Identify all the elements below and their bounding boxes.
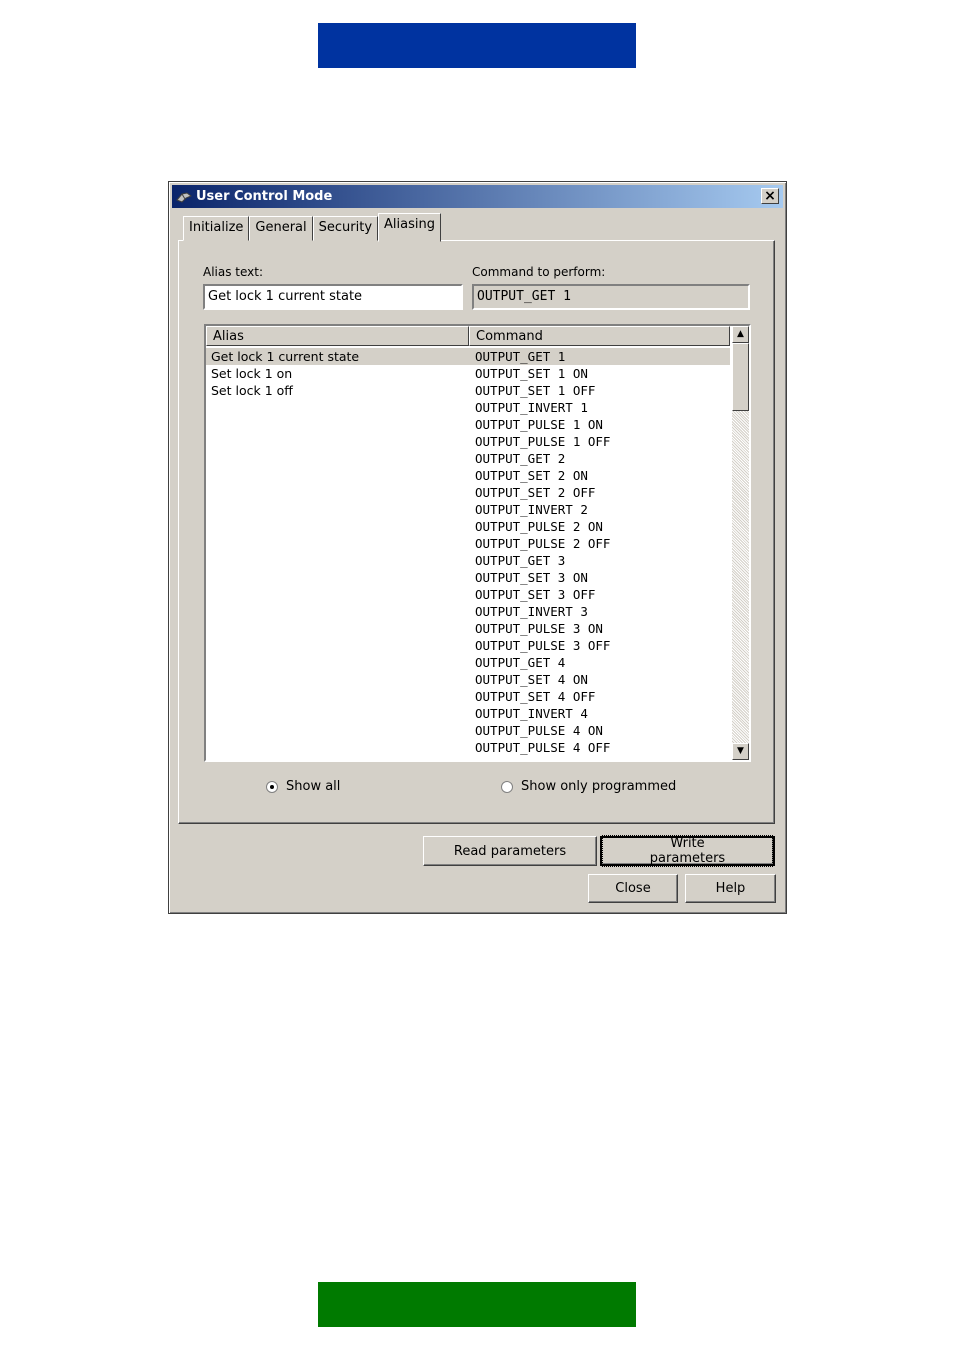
table-row[interactable]: OUTPUT_PULSE 1 ON: [206, 416, 730, 433]
table-row[interactable]: OUTPUT_SET 5: [206, 756, 730, 760]
command-cell: OUTPUT_INVERT 4: [475, 706, 588, 721]
tab-aliasing[interactable]: Aliasing: [378, 213, 441, 242]
command-cell: OUTPUT_PULSE 3 OFF: [475, 638, 611, 653]
read-parameters-label: Read parameters: [453, 843, 567, 859]
command-cell: OUTPUT_INVERT 3: [475, 604, 588, 619]
table-row[interactable]: OUTPUT_SET 3 ON: [206, 569, 730, 586]
command-cell: OUTPUT_INVERT 1: [475, 400, 588, 415]
table-row[interactable]: OUTPUT_SET 2 OFF: [206, 484, 730, 501]
command-cell: OUTPUT_GET 4: [475, 655, 566, 670]
radio-show-all-label: Show all: [286, 779, 341, 794]
table-row[interactable]: OUTPUT_INVERT 4: [206, 705, 730, 722]
app-icon: [176, 191, 192, 203]
table-row[interactable]: OUTPUT_INVERT 3: [206, 603, 730, 620]
tab-strip: Initialize General Security Aliasing: [183, 213, 441, 242]
table-row[interactable]: OUTPUT_PULSE 2 ON: [206, 518, 730, 535]
list-body: Get lock 1 current state OUTPUT_GET 1 Set …: [206, 348, 730, 760]
table-row[interactable]: Set lock 1 off OUTPUT_SET 1 OFF: [206, 382, 730, 399]
command-cell: OUTPUT_SET 3 ON: [475, 570, 588, 585]
tab-security[interactable]: Security: [312, 216, 379, 241]
window-title: User Control Mode: [196, 189, 333, 204]
tab-general[interactable]: General: [249, 216, 313, 241]
scroll-down-icon[interactable]: ▼: [732, 743, 749, 760]
help-label: Help: [715, 881, 746, 896]
radio-show-only-programmed-label: Show only programmed: [521, 779, 677, 794]
alias-cell: Set lock 1 off: [211, 383, 293, 398]
command-cell: OUTPUT_SET 2 ON: [475, 468, 588, 483]
table-row[interactable]: OUTPUT_PULSE 3 ON: [206, 620, 730, 637]
table-row[interactable]: OUTPUT_PULSE 1 OFF: [206, 433, 730, 450]
write-parameters-label: Write parameters: [602, 835, 773, 867]
command-cell: OUTPUT_PULSE 2 ON: [475, 519, 603, 534]
command-cell: OUTPUT_SET 1 OFF: [475, 383, 596, 398]
command-cell: OUTPUT_PULSE 2 OFF: [475, 536, 611, 551]
table-row[interactable]: OUTPUT_INVERT 2: [206, 501, 730, 518]
table-row[interactable]: OUTPUT_PULSE 4 ON: [206, 722, 730, 739]
radio-show-only-programmed[interactable]: Show only programmed: [501, 779, 676, 794]
radio-checked-icon: [266, 780, 278, 793]
alias-list[interactable]: Alias Command Get lock 1 current state OU…: [204, 324, 751, 762]
radio-show-all[interactable]: Show all: [266, 779, 340, 794]
scroll-up-icon[interactable]: ▲: [732, 326, 749, 343]
command-cell: OUTPUT_INVERT 2: [475, 502, 588, 517]
read-parameters-button[interactable]: Read parameters: [423, 836, 597, 866]
alias-text-label: Alias text:: [203, 265, 264, 279]
write-parameters-button[interactable]: Write parameters: [600, 835, 775, 867]
list-header: Alias Command: [206, 326, 730, 346]
command-cell: OUTPUT_SET 2 OFF: [475, 485, 596, 500]
command-cell: OUTPUT_PULSE 1 OFF: [475, 434, 611, 449]
table-row[interactable]: OUTPUT_INVERT 1: [206, 399, 730, 416]
command-cell: OUTPUT_SET 1 ON: [475, 366, 588, 381]
table-row[interactable]: OUTPUT_GET 4: [206, 654, 730, 671]
table-row[interactable]: OUTPUT_GET 2: [206, 450, 730, 467]
table-row[interactable]: OUTPUT_PULSE 4 OFF: [206, 739, 730, 756]
column-header-command[interactable]: Command: [469, 326, 730, 346]
table-row[interactable]: OUTPUT_GET 3: [206, 552, 730, 569]
command-cell: OUTPUT_PULSE 1 ON: [475, 417, 603, 432]
command-cell: OUTPUT_GET 2: [475, 451, 566, 466]
table-row[interactable]: OUTPUT_SET 3 OFF: [206, 586, 730, 603]
tab-initialize[interactable]: Initialize: [183, 216, 250, 241]
vertical-scrollbar[interactable]: ▲ ▼: [732, 326, 749, 760]
table-row[interactable]: OUTPUT_PULSE 2 OFF: [206, 535, 730, 552]
close-icon[interactable]: ×: [761, 188, 779, 204]
command-cell: OUTPUT_PULSE 3 ON: [475, 621, 603, 636]
command-label: Command to perform:: [472, 265, 606, 279]
command-cell: OUTPUT_PULSE 4 ON: [475, 723, 603, 738]
alias-text-field[interactable]: Get lock 1 current state: [203, 284, 463, 310]
command-cell: OUTPUT_SET 5: [475, 757, 565, 760]
command-cell: OUTPUT_SET 4 ON: [475, 672, 588, 687]
close-button[interactable]: Close: [588, 874, 678, 903]
top-color-bar: [318, 23, 636, 68]
command-cell: OUTPUT_SET 4 OFF: [475, 689, 596, 704]
command-field: OUTPUT_GET 1: [472, 284, 750, 310]
table-row[interactable]: Get lock 1 current state OUTPUT_GET 1: [206, 348, 730, 365]
scroll-thumb[interactable]: [732, 343, 749, 411]
title-bar[interactable]: User Control Mode ×: [172, 185, 783, 208]
table-row[interactable]: OUTPUT_SET 2 ON: [206, 467, 730, 484]
command-cell: OUTPUT_GET 1: [475, 349, 566, 364]
radio-unchecked-icon: [501, 780, 513, 793]
alias-cell: Get lock 1 current state: [211, 349, 360, 364]
bottom-color-bar: [318, 1282, 636, 1327]
column-header-alias[interactable]: Alias: [206, 326, 469, 346]
command-cell: OUTPUT_GET 3: [475, 553, 566, 568]
close-label: Close: [615, 881, 651, 896]
table-row[interactable]: Set lock 1 on OUTPUT_SET 1 ON: [206, 365, 730, 382]
command-cell: OUTPUT_SET 3 OFF: [475, 587, 596, 602]
table-row[interactable]: OUTPUT_SET 4 ON: [206, 671, 730, 688]
command-cell: OUTPUT_PULSE 4 OFF: [475, 740, 611, 755]
table-row[interactable]: OUTPUT_SET 4 OFF: [206, 688, 730, 705]
help-button[interactable]: Help: [685, 874, 776, 903]
table-row[interactable]: OUTPUT_PULSE 3 OFF: [206, 637, 730, 654]
alias-cell: Set lock 1 on: [211, 366, 293, 381]
